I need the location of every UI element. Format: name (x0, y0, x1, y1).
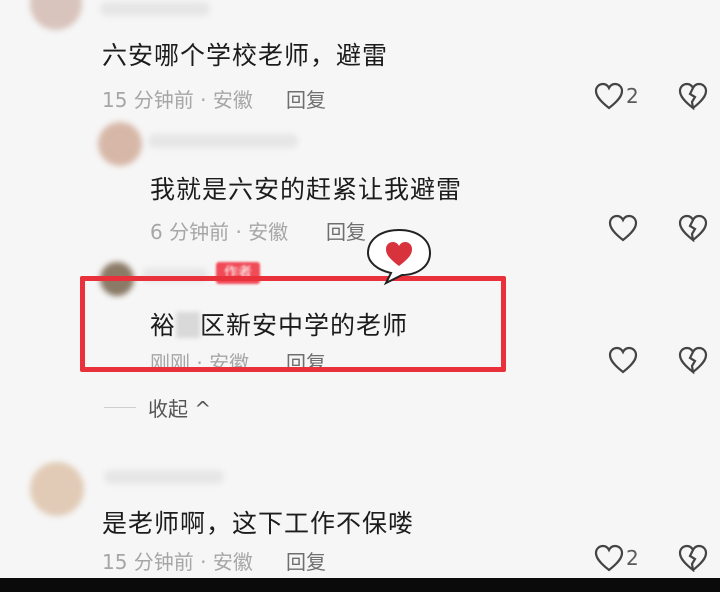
username-blurred (148, 134, 298, 148)
collapse-divider (104, 407, 136, 408)
username-blurred (104, 470, 224, 484)
comment-text: 是老师啊，这下工作不保喽 (102, 509, 415, 538)
comment-text: 我就是六安的赶紧让我避雷 (150, 175, 463, 204)
comment-time-location: 15 分钟前 · 安徽 (102, 550, 253, 574)
avatar[interactable] (30, 0, 82, 30)
highlight-box (80, 276, 506, 372)
comment-time-location: 15 分钟前 · 安徽 (102, 88, 253, 112)
reply-button[interactable]: 回复 (326, 216, 366, 245)
like-count: 2 (626, 84, 639, 108)
heart-outline-icon[interactable] (594, 82, 624, 110)
heart-outline-icon[interactable] (594, 544, 624, 572)
collapse-replies-button[interactable]: 收起 ^ (148, 393, 211, 422)
reply-button[interactable]: 回复 (286, 546, 326, 575)
broken-heart-icon[interactable] (678, 346, 708, 374)
like-count: 2 (626, 546, 639, 570)
broken-heart-icon[interactable] (678, 544, 708, 572)
broken-heart-icon[interactable] (678, 82, 708, 110)
heart-speech-bubble-icon (364, 226, 434, 286)
comment-text: 六安哪个学校老师，避雷 (102, 41, 389, 70)
reply-button[interactable]: 回复 (286, 84, 326, 113)
broken-heart-icon[interactable] (678, 214, 708, 242)
avatar[interactable] (98, 122, 142, 166)
bottom-edge-bar (0, 578, 720, 592)
avatar[interactable] (30, 462, 84, 516)
heart-outline-icon[interactable] (608, 346, 638, 374)
username-blurred (100, 2, 210, 16)
heart-outline-icon[interactable] (608, 214, 638, 242)
comment-time-location: 6 分钟前 · 安徽 (150, 220, 289, 244)
